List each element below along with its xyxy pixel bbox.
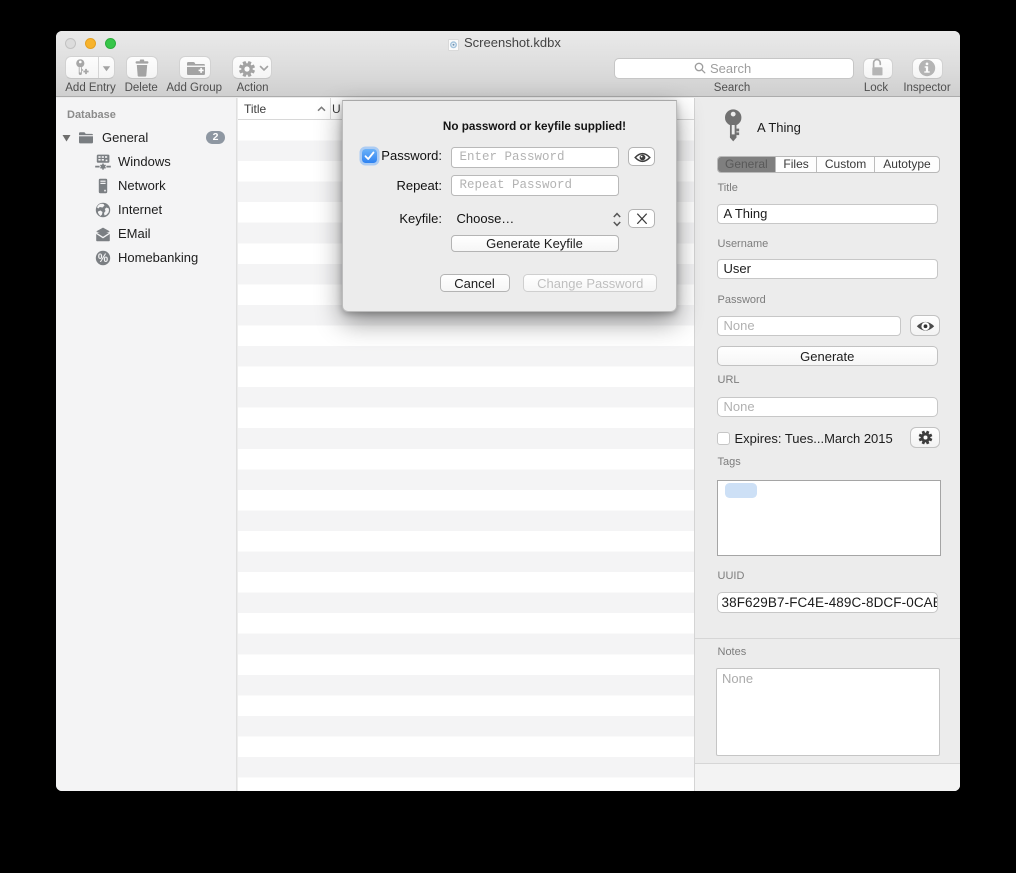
svg-text:%: % [98,253,108,265]
